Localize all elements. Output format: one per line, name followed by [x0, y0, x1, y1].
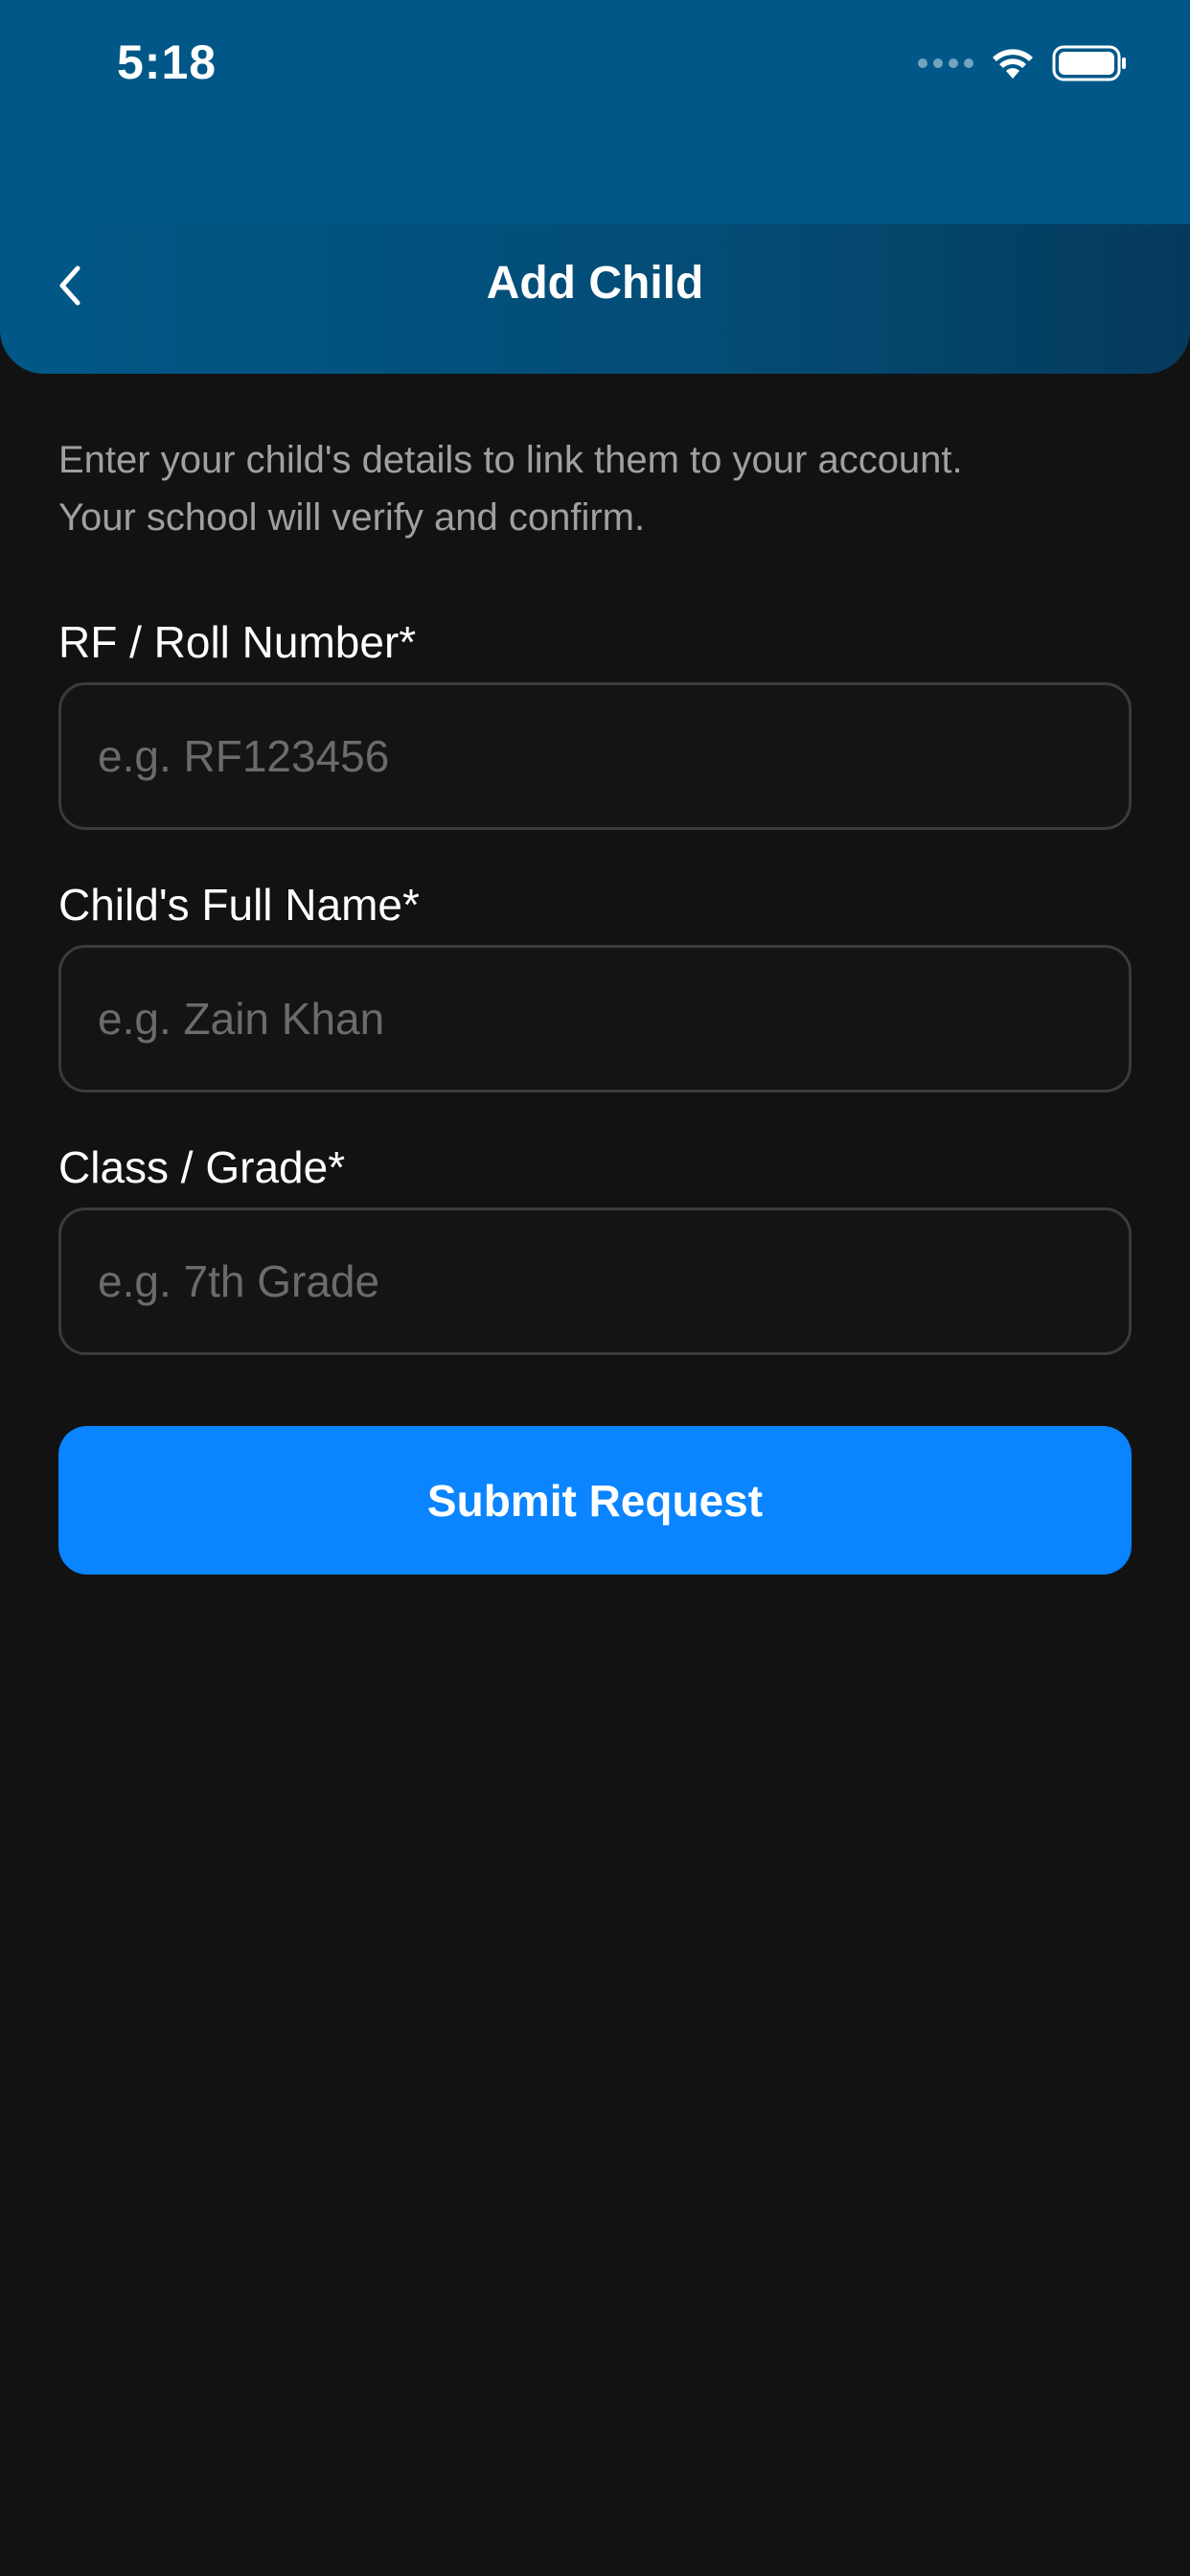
intro-line-1: Enter your child's details to link them …	[58, 439, 963, 481]
wifi-icon	[993, 49, 1033, 79]
full-name-label: Child's Full Name*	[58, 880, 420, 930]
roll-number-input[interactable]	[58, 682, 1132, 830]
intro-text: Enter your child's details to link them …	[58, 431, 1132, 546]
add-child-screen: 5:18 Add Child Enter your child's detail…	[0, 0, 1190, 2576]
cellular-signal-icon	[918, 58, 973, 68]
intro-line-2: Your school will verify and confirm.	[58, 496, 646, 539]
full-name-input[interactable]	[58, 945, 1132, 1092]
roll-number-label: RF / Roll Number*	[58, 617, 417, 667]
battery-icon	[1052, 45, 1126, 81]
status-bar-time: 5:18	[117, 35, 217, 89]
submit-request-button[interactable]: Submit Request	[58, 1426, 1132, 1575]
class-grade-input[interactable]	[58, 1208, 1132, 1355]
page-title: Add Child	[486, 258, 704, 309]
status-bar-indicators	[918, 42, 1129, 84]
class-grade-label: Class / Grade*	[58, 1142, 346, 1192]
